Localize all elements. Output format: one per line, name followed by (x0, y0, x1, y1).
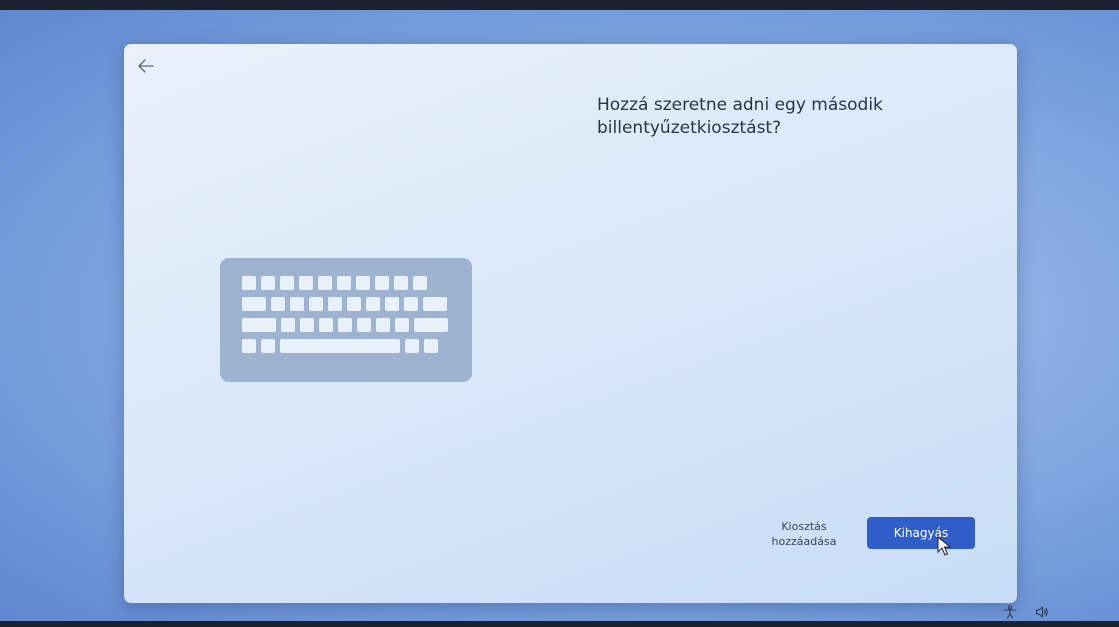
arrow-left-icon[interactable] (136, 56, 156, 76)
volume-icon[interactable] (1035, 605, 1049, 619)
page-title: Hozzá szeretne adni egy második billenty… (597, 95, 883, 138)
keyboard-icon (220, 258, 472, 382)
skip-button[interactable]: Kihagyás (867, 517, 975, 549)
add-layout-button[interactable]: Kiosztás hozzáadása (754, 519, 854, 549)
photo-bottom-edge (0, 621, 1119, 627)
mouse-cursor-icon (937, 536, 952, 556)
system-tray (1003, 605, 1049, 619)
accessibility-icon[interactable] (1003, 605, 1017, 619)
oobe-dialog: Hozzá szeretne adni egy második billenty… (124, 44, 1017, 603)
photo-top-edge (0, 0, 1119, 10)
